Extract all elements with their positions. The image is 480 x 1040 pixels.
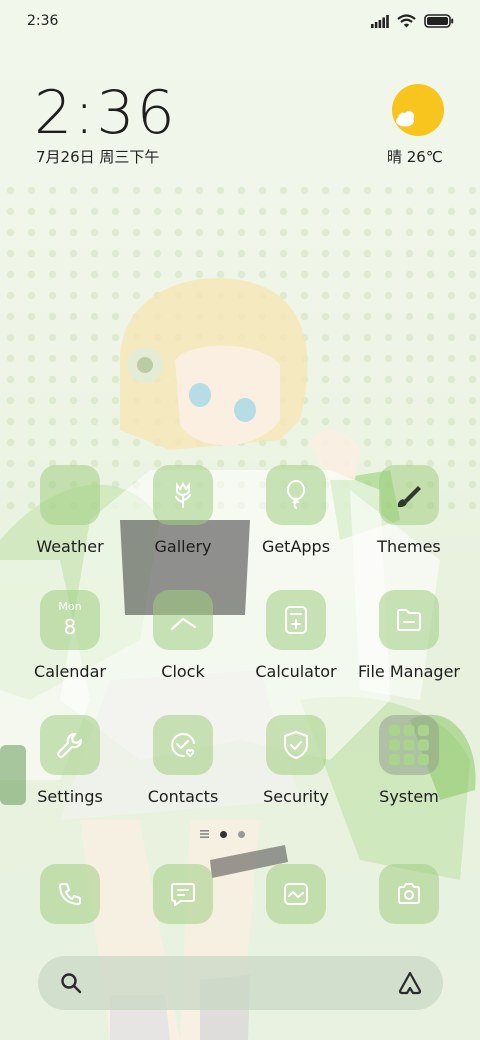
app-tile[interactable] [153,715,213,775]
flower-icon [175,482,191,508]
app-getapps[interactable]: GetApps [241,465,351,556]
calendar-day: 8 [63,615,77,639]
weather-icon [70,495,71,496]
app-tile[interactable] [379,715,439,775]
status-icons [371,14,454,28]
app-tile[interactable] [379,465,439,525]
app-label: Calculator [255,662,337,681]
app-tile[interactable] [153,590,213,650]
app-tile[interactable] [40,715,100,775]
app-label: File Manager [358,662,460,681]
browser-icon [284,883,308,905]
assistant-icon[interactable] [397,970,423,996]
app-tile[interactable] [379,590,439,650]
dock-phone[interactable] [15,864,125,924]
app-tile[interactable] [40,465,100,525]
app-label: System [379,787,439,806]
signal-icon [371,14,389,28]
status-time: 2:36 [27,13,59,29]
calculator-icon [285,606,307,634]
search-icon[interactable] [60,972,82,994]
page-dot [238,830,245,838]
app-label: Clock [161,662,205,681]
app-calculator[interactable]: Calculator [241,590,351,681]
app-tile[interactable] [379,864,439,924]
app-file-manager[interactable]: File Manager [354,590,464,681]
app-label: Weather [36,537,104,556]
page-list-icon [200,830,209,838]
app-security[interactable]: Security [241,715,351,806]
app-tile[interactable] [266,864,326,924]
brush-icon [397,486,421,508]
camera-icon [398,883,420,904]
messages-icon [171,883,195,906]
widget-date: 7月26日 周三下午 [36,148,160,166]
folder-icon [397,609,421,631]
app-label: Security [263,787,329,806]
app-label: Contacts [147,787,219,806]
app-label: Themes [377,537,441,556]
wifi-icon [397,14,416,28]
app-tile[interactable] [153,864,213,924]
contacts-icon [171,733,195,758]
balloon-icon [287,480,305,509]
dock-camera[interactable] [354,864,464,924]
app-calendar[interactable]: Mon 8 Calendar [15,590,125,681]
app-contacts[interactable]: Contacts [128,715,238,806]
battery-icon [424,14,454,28]
app-settings[interactable]: Settings [15,715,125,806]
app-label: Calendar [34,662,106,681]
widget-weather: 晴 26℃ [387,148,443,166]
wrench-icon [57,732,83,758]
app-clock[interactable]: Clock [128,590,238,681]
app-system-folder[interactable]: System [354,715,464,806]
app-themes[interactable]: Themes [354,465,464,556]
status-bar: 2:36 [0,0,480,44]
shield-icon [284,731,308,759]
calendar-month: Mon [58,600,82,613]
page-dot-current [220,830,227,838]
app-gallery[interactable]: Gallery [128,465,238,556]
clock-icon [170,617,197,631]
app-tile[interactable] [266,465,326,525]
app-label: Gallery [154,537,212,556]
app-label: GetApps [261,537,331,556]
dock-messages[interactable] [128,864,238,924]
widget-clock[interactable]: 2:36 [34,78,177,148]
phone-icon [59,883,81,905]
dock-browser[interactable] [241,864,351,924]
app-tile[interactable] [40,864,100,924]
app-weather[interactable]: Weather [15,465,125,556]
app-tile[interactable] [266,715,326,775]
page-indicator[interactable] [200,830,245,838]
app-tile[interactable] [266,590,326,650]
app-tile[interactable] [153,465,213,525]
folder-grid-icon [389,725,429,765]
search-bar[interactable] [38,956,443,1010]
app-label: Settings [37,787,103,806]
app-tile[interactable]: Mon 8 [40,590,100,650]
weather-sun-icon[interactable] [392,84,444,136]
